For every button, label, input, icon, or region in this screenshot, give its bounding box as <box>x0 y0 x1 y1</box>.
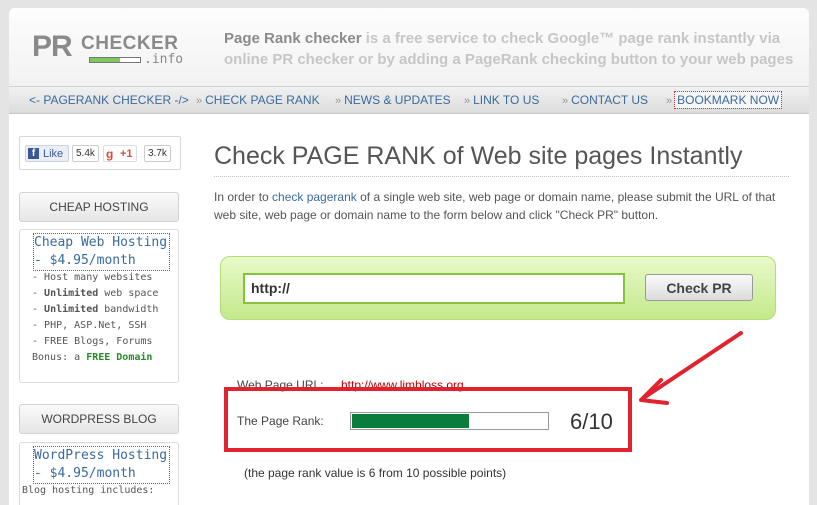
arrow-icon <box>639 331 743 405</box>
main-nav: <- PAGERANK CHECKER -/> » CHECK PAGE RANK… <box>9 86 809 114</box>
page-rank-value: 6/10 <box>570 409 613 434</box>
intro-text: In order to check pagerank of a single w… <box>214 190 776 222</box>
hosting-bonus: Bonus: a FREE Domain <box>32 352 153 363</box>
facebook-like-count: 5.4k <box>72 145 99 162</box>
list-item: - PHP, ASP.Net, SSH <box>32 320 147 331</box>
logo-pr: PR <box>32 30 73 63</box>
google-plus-icon: g <box>106 147 114 161</box>
cheap-hosting-link[interactable]: Cheap Web Hosting - $4.95/month <box>32 233 171 271</box>
wordpress-blog-box: WordPress Hosting - $4.95/month Blog host… <box>19 442 179 505</box>
double-chevron-icon: » <box>196 95 203 107</box>
logo-info: .info <box>144 52 184 67</box>
logo-rank-bar <box>89 57 141 63</box>
nav-item-link-to-us[interactable]: » LINK TO US <box>464 93 539 107</box>
cheap-hosting-box: Cheap Web Hosting - $4.95/month - Host ma… <box>19 229 179 383</box>
check-pr-button[interactable]: Check PR <box>645 274 753 301</box>
page: PR CHECKER .info Page Rank checker is a … <box>9 8 809 505</box>
social-buttons: f Like 5.4k g +1 3.7k <box>19 136 181 170</box>
nav-item-bookmark-now[interactable]: » BOOKMARK NOW <box>666 91 783 109</box>
list-item: - Unlimited bandwidth <box>32 304 159 315</box>
nav-item-news-updates[interactable]: » NEWS & UPDATES <box>335 93 451 107</box>
list-item: - Unlimited web space <box>32 288 159 299</box>
title-divider <box>214 176 789 177</box>
double-chevron-icon: » <box>464 95 471 107</box>
nav-item-home[interactable]: <- PAGERANK CHECKER -/> <box>29 93 189 107</box>
double-chevron-icon: » <box>335 95 342 107</box>
site-tagline: Page Rank checker is a free service to c… <box>224 30 794 68</box>
check-pagerank-link[interactable]: check pagerank <box>272 190 357 204</box>
page-rank-bar <box>350 412 549 430</box>
google-plus-button[interactable]: g +1 <box>103 145 137 162</box>
page-rank-note: (the page rank value is 6 from 10 possib… <box>244 466 507 480</box>
result-rank-label: The Page Rank: <box>237 414 324 428</box>
wordpress-note: Blog hosting includes: <box>22 485 155 496</box>
wordpress-blog-heading: WORDPRESS BLOG <box>19 404 179 434</box>
double-chevron-icon: » <box>562 95 569 107</box>
nav-item-check-page-rank[interactable]: » CHECK PAGE RANK <box>196 93 320 107</box>
url-input[interactable]: http:// <box>243 273 625 304</box>
check-form: http:// Check PR <box>220 256 776 320</box>
page-rank-fill <box>352 414 469 428</box>
page-title: Check PAGE RANK of Web site pages Instan… <box>214 142 743 170</box>
double-chevron-icon: » <box>666 95 673 107</box>
list-item: - FREE Blogs, Forums <box>32 336 153 347</box>
nav-item-contact-us[interactable]: » CONTACT US <box>562 93 648 107</box>
facebook-icon: f <box>28 148 39 159</box>
site-logo[interactable]: PR CHECKER .info <box>32 30 192 70</box>
google-plus-count: 3.7k <box>144 145 171 162</box>
wordpress-hosting-link[interactable]: WordPress Hosting - $4.95/month <box>32 446 171 484</box>
facebook-like-button[interactable]: f Like <box>25 145 69 162</box>
cheap-hosting-heading: CHEAP HOSTING <box>19 192 179 222</box>
list-item: - Host many websites <box>32 272 153 283</box>
hosting-feature-list: - Host many websites - Unlimited web spa… <box>32 270 178 366</box>
header: PR CHECKER .info Page Rank checker is a … <box>9 8 809 86</box>
